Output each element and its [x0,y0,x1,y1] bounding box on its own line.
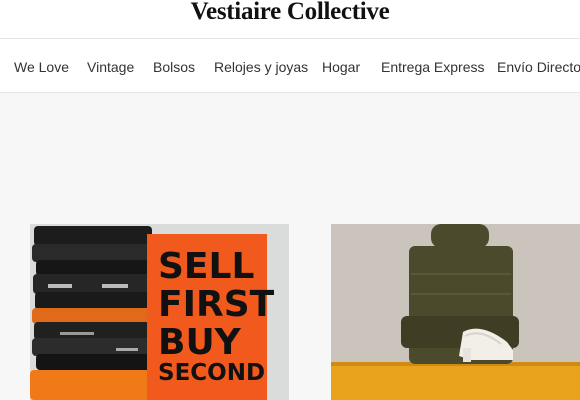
poster-line-3: BUY [158,322,242,363]
main-content: SELL FIRST BUY SECOND [0,93,580,400]
nav-item-we-love[interactable]: We Love [14,59,69,75]
poster-line-4: SECOND [158,360,265,386]
turtleneck-and-shoe-image [331,224,580,400]
main-navigation: We Love Vintage Bolsos Relojes y joyas H… [0,38,580,93]
poster-line-2: FIRST [158,284,275,325]
editorial-card-knitwear[interactable] [331,224,580,400]
nav-item-bolsos[interactable]: Bolsos [153,59,195,75]
poster-line-1: SELL [158,246,254,287]
editorial-card-sell-first[interactable]: SELL FIRST BUY SECOND [30,224,289,400]
nav-item-hogar[interactable]: Hogar [322,59,360,75]
nav-item-entrega-express[interactable]: Entrega Express [381,59,485,75]
site-header: Vestiaire Collective [0,0,580,38]
nav-item-vintage[interactable]: Vintage [87,59,134,75]
nav-item-relojes-y-joyas[interactable]: Relojes y joyas [214,59,308,75]
sell-first-buy-second-image: SELL FIRST BUY SECOND [30,224,289,400]
site-logo[interactable]: Vestiaire Collective [0,0,580,26]
nav-item-envio-directo[interactable]: Envío Directo [497,59,580,75]
